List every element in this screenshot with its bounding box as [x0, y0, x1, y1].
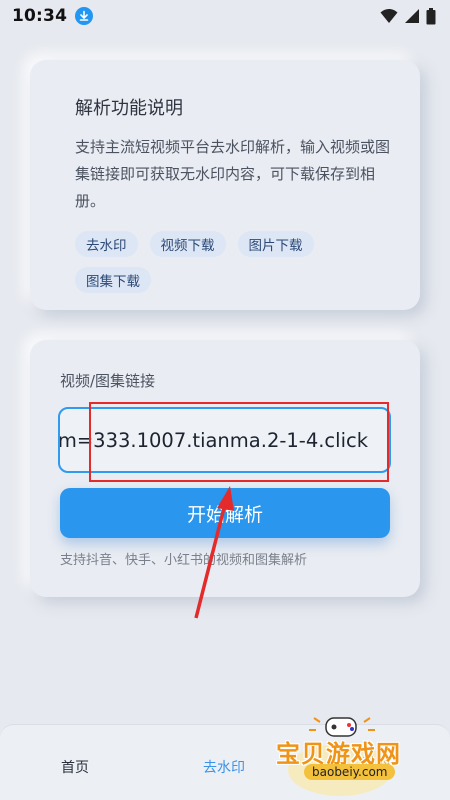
info-card-title: 解析功能说明: [75, 98, 183, 119]
battery-icon: [426, 7, 436, 24]
support-text: 支持抖音、快手、小红书的视频和图集解析: [60, 553, 308, 568]
nav-item-home[interactable]: 首页: [61, 757, 89, 777]
info-card-description: 支持主流短视频平台去水印解析，输入视频或图集链接即可获取无水印内容，可下载保存到…: [75, 138, 391, 210]
site-watermark-logo: 宝贝游戏网 baobeiy.com: [272, 712, 422, 798]
info-card: 解析功能说明 支持主流短视频平台去水印解析，输入视频或图集链接即可获取无水印内容…: [30, 60, 420, 310]
parse-button[interactable]: 开始解析: [60, 488, 390, 538]
link-input-label: 视频/图集链接: [60, 372, 156, 390]
tag-album-download: 图集下载: [75, 267, 151, 293]
tag-remove-watermark: 去水印: [75, 231, 138, 257]
status-bar: 10:34: [0, 0, 450, 32]
highlight-box: [89, 402, 389, 482]
wifi-icon: [380, 9, 398, 23]
tag-video-download: 视频下载: [149, 231, 226, 257]
watermark-url: baobeiy.com: [304, 764, 396, 780]
nav-item-watermark[interactable]: 去水印: [203, 757, 245, 777]
tag-image-download: 图片下载: [237, 231, 314, 257]
signal-icon: [405, 9, 419, 23]
status-icons: [380, 7, 436, 25]
feature-tags: 去水印 视频下载 图片下载 图集下载: [75, 231, 395, 293]
download-icon: [75, 7, 94, 25]
status-time: 10:34: [12, 6, 68, 26]
